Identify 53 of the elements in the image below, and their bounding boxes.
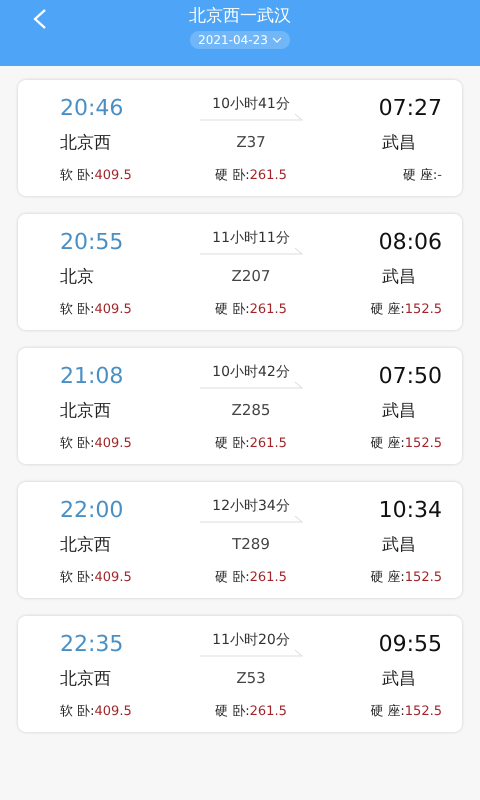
fare-price: 软 卧:409.5 (60, 435, 132, 452)
arrival-time: 08:06 (378, 230, 442, 254)
departure-station: 北京西 (60, 534, 112, 556)
arrival-station: 武昌 (381, 266, 416, 288)
fare-price: 硬 座:152.5 (370, 569, 442, 586)
train-number: Z37 (236, 133, 266, 151)
departure-station: 北京西 (60, 132, 112, 154)
arrival-time: 07:50 (378, 364, 442, 388)
train-card[interactable]: 22:35 11小时20分 09:55 北京西 Z53 武昌 软 卧:409.5 硬 卧:261.5 硬 座:152.5 (18, 616, 462, 732)
departure-time: 21:08 (60, 364, 124, 388)
duration: 10小时42分 (212, 363, 290, 381)
chevron-down-icon (272, 37, 282, 43)
arrival-time: 10:34 (378, 498, 442, 522)
train-number: Z285 (232, 401, 270, 419)
train-card[interactable]: 20:55 11小时11分 08:06 北京 Z207 武昌 软 卧:409.5 硬 卧:261.5 硬 座:152.5 (18, 214, 462, 330)
fare-price: 硬 卧:261.5 (215, 167, 287, 184)
arrival-time: 07:27 (378, 96, 442, 120)
fare-price: 软 卧:409.5 (60, 167, 132, 184)
duration: 10小时41分 (212, 95, 290, 113)
fare-price: 硬 卧:261.5 (215, 703, 287, 720)
fare-price: 软 卧:409.5 (60, 569, 132, 586)
arrival-station: 武昌 (381, 132, 416, 154)
arrival-station: 武昌 (381, 668, 416, 690)
back-icon[interactable] (32, 8, 48, 30)
duration: 12小时34分 (212, 497, 290, 515)
train-number: Z53 (236, 669, 266, 687)
train-number: T289 (232, 535, 270, 553)
departure-time: 22:00 (60, 498, 124, 522)
duration: 11小时20分 (212, 631, 290, 649)
train-number: Z207 (232, 267, 270, 285)
fare-price: 硬 座:- (402, 167, 442, 184)
fare-price: 软 卧:409.5 (60, 703, 132, 720)
fare-price: 硬 卧:261.5 (215, 435, 287, 452)
departure-time: 20:55 (60, 230, 124, 254)
fare-price: 硬 卧:261.5 (215, 569, 287, 586)
departure-time: 20:46 (60, 96, 124, 120)
fare-price: 硬 座:152.5 (370, 435, 442, 452)
arrival-time: 09:55 (378, 632, 442, 656)
departure-time: 22:35 (60, 632, 124, 656)
fare-price: 软 卧:409.5 (60, 301, 132, 318)
departure-station: 北京 (60, 266, 95, 288)
departure-station: 北京西 (60, 668, 112, 690)
arrival-station: 武昌 (381, 400, 416, 422)
fare-price: 硬 座:152.5 (370, 301, 442, 318)
departure-station: 北京西 (60, 400, 112, 422)
fare-price: 硬 卧:261.5 (215, 301, 287, 318)
fare-price: 硬 座:152.5 (370, 703, 442, 720)
train-card[interactable]: 20:46 10小时41分 07:27 北京西 Z37 武昌 软 卧:409.5 硬 卧:261.5 硬 座:- (18, 80, 462, 196)
train-card[interactable]: 21:08 10小时42分 07:50 北京西 Z285 武昌 软 卧:409.5 硬 卧:261.5 硬 座:152.5 (18, 348, 462, 464)
route-title: 北京西一武汉 (189, 6, 291, 26)
train-card[interactable]: 22:00 12小时34分 10:34 北京西 T289 武昌 软 卧:409.5 硬 卧:261.5 硬 座:152.5 (18, 482, 462, 598)
duration: 11小时11分 (212, 229, 290, 247)
arrival-station: 武昌 (381, 534, 416, 556)
